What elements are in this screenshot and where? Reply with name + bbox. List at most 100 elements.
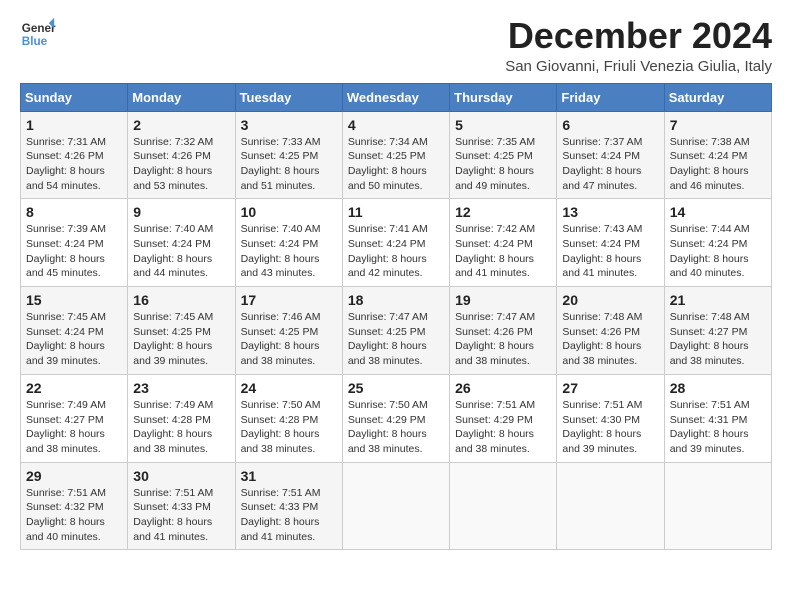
day-info: Sunrise: 7:39 AM Sunset: 4:24 PM Dayligh… [26,222,122,281]
day-info: Sunrise: 7:51 AM Sunset: 4:29 PM Dayligh… [455,398,551,457]
calendar-week-1: 1 Sunrise: 7:31 AM Sunset: 4:26 PM Dayli… [21,111,772,199]
calendar-cell: 16 Sunrise: 7:45 AM Sunset: 4:25 PM Dayl… [128,287,235,375]
weekday-header-wednesday: Wednesday [342,83,449,111]
calendar-cell: 10 Sunrise: 7:40 AM Sunset: 4:24 PM Dayl… [235,199,342,287]
day-number: 9 [133,204,229,220]
day-info: Sunrise: 7:48 AM Sunset: 4:26 PM Dayligh… [562,310,658,369]
calendar-cell: 2 Sunrise: 7:32 AM Sunset: 4:26 PM Dayli… [128,111,235,199]
calendar-cell: 24 Sunrise: 7:50 AM Sunset: 4:28 PM Dayl… [235,374,342,462]
day-info: Sunrise: 7:47 AM Sunset: 4:25 PM Dayligh… [348,310,444,369]
day-number: 3 [241,117,337,133]
weekday-header-sunday: Sunday [21,83,128,111]
day-info: Sunrise: 7:43 AM Sunset: 4:24 PM Dayligh… [562,222,658,281]
day-number: 21 [670,292,766,308]
calendar-week-4: 22 Sunrise: 7:49 AM Sunset: 4:27 PM Dayl… [21,374,772,462]
day-number: 12 [455,204,551,220]
weekday-header-thursday: Thursday [450,83,557,111]
calendar-cell: 18 Sunrise: 7:47 AM Sunset: 4:25 PM Dayl… [342,287,449,375]
calendar-cell [664,462,771,550]
day-info: Sunrise: 7:32 AM Sunset: 4:26 PM Dayligh… [133,135,229,194]
weekday-header-tuesday: Tuesday [235,83,342,111]
day-number: 2 [133,117,229,133]
day-number: 1 [26,117,122,133]
calendar-cell: 21 Sunrise: 7:48 AM Sunset: 4:27 PM Dayl… [664,287,771,375]
day-number: 7 [670,117,766,133]
calendar-cell: 3 Sunrise: 7:33 AM Sunset: 4:25 PM Dayli… [235,111,342,199]
day-number: 10 [241,204,337,220]
calendar-cell: 15 Sunrise: 7:45 AM Sunset: 4:24 PM Dayl… [21,287,128,375]
day-number: 27 [562,380,658,396]
calendar-cell: 26 Sunrise: 7:51 AM Sunset: 4:29 PM Dayl… [450,374,557,462]
calendar-table: SundayMondayTuesdayWednesdayThursdayFrid… [20,83,772,551]
day-info: Sunrise: 7:51 AM Sunset: 4:33 PM Dayligh… [133,486,229,545]
day-number: 4 [348,117,444,133]
calendar-cell: 5 Sunrise: 7:35 AM Sunset: 4:25 PM Dayli… [450,111,557,199]
day-info: Sunrise: 7:48 AM Sunset: 4:27 PM Dayligh… [670,310,766,369]
day-info: Sunrise: 7:35 AM Sunset: 4:25 PM Dayligh… [455,135,551,194]
calendar-cell: 25 Sunrise: 7:50 AM Sunset: 4:29 PM Dayl… [342,374,449,462]
calendar-cell: 11 Sunrise: 7:41 AM Sunset: 4:24 PM Dayl… [342,199,449,287]
calendar-cell: 28 Sunrise: 7:51 AM Sunset: 4:31 PM Dayl… [664,374,771,462]
page-subtitle: San Giovanni, Friuli Venezia Giulia, Ita… [505,58,772,75]
day-number: 31 [241,468,337,484]
day-number: 29 [26,468,122,484]
calendar-cell: 14 Sunrise: 7:44 AM Sunset: 4:24 PM Dayl… [664,199,771,287]
day-number: 23 [133,380,229,396]
calendar-cell: 19 Sunrise: 7:47 AM Sunset: 4:26 PM Dayl… [450,287,557,375]
calendar-cell: 7 Sunrise: 7:38 AM Sunset: 4:24 PM Dayli… [664,111,771,199]
calendar-cell: 31 Sunrise: 7:51 AM Sunset: 4:33 PM Dayl… [235,462,342,550]
weekday-header-friday: Friday [557,83,664,111]
day-number: 28 [670,380,766,396]
day-info: Sunrise: 7:40 AM Sunset: 4:24 PM Dayligh… [241,222,337,281]
day-info: Sunrise: 7:38 AM Sunset: 4:24 PM Dayligh… [670,135,766,194]
day-info: Sunrise: 7:33 AM Sunset: 4:25 PM Dayligh… [241,135,337,194]
day-number: 15 [26,292,122,308]
calendar-cell: 27 Sunrise: 7:51 AM Sunset: 4:30 PM Dayl… [557,374,664,462]
calendar-cell: 13 Sunrise: 7:43 AM Sunset: 4:24 PM Dayl… [557,199,664,287]
title-block: December 2024 San Giovanni, Friuli Venez… [505,16,772,75]
day-info: Sunrise: 7:46 AM Sunset: 4:25 PM Dayligh… [241,310,337,369]
day-number: 26 [455,380,551,396]
calendar-cell: 8 Sunrise: 7:39 AM Sunset: 4:24 PM Dayli… [21,199,128,287]
calendar-cell: 1 Sunrise: 7:31 AM Sunset: 4:26 PM Dayli… [21,111,128,199]
day-number: 5 [455,117,551,133]
day-number: 25 [348,380,444,396]
header: General Blue December 2024 San Giovanni,… [20,16,772,75]
calendar-cell [342,462,449,550]
calendar-cell [450,462,557,550]
logo: General Blue [20,16,56,52]
day-info: Sunrise: 7:44 AM Sunset: 4:24 PM Dayligh… [670,222,766,281]
weekday-header-row: SundayMondayTuesdayWednesdayThursdayFrid… [21,83,772,111]
day-number: 8 [26,204,122,220]
day-info: Sunrise: 7:51 AM Sunset: 4:30 PM Dayligh… [562,398,658,457]
calendar-cell: 22 Sunrise: 7:49 AM Sunset: 4:27 PM Dayl… [21,374,128,462]
day-number: 11 [348,204,444,220]
day-number: 14 [670,204,766,220]
day-number: 16 [133,292,229,308]
calendar-cell: 12 Sunrise: 7:42 AM Sunset: 4:24 PM Dayl… [450,199,557,287]
calendar-cell: 29 Sunrise: 7:51 AM Sunset: 4:32 PM Dayl… [21,462,128,550]
svg-text:Blue: Blue [22,35,48,48]
calendar-cell: 9 Sunrise: 7:40 AM Sunset: 4:24 PM Dayli… [128,199,235,287]
day-info: Sunrise: 7:51 AM Sunset: 4:31 PM Dayligh… [670,398,766,457]
day-info: Sunrise: 7:51 AM Sunset: 4:32 PM Dayligh… [26,486,122,545]
day-number: 24 [241,380,337,396]
calendar-cell: 4 Sunrise: 7:34 AM Sunset: 4:25 PM Dayli… [342,111,449,199]
calendar-cell: 20 Sunrise: 7:48 AM Sunset: 4:26 PM Dayl… [557,287,664,375]
day-number: 13 [562,204,658,220]
day-info: Sunrise: 7:40 AM Sunset: 4:24 PM Dayligh… [133,222,229,281]
day-number: 30 [133,468,229,484]
day-info: Sunrise: 7:47 AM Sunset: 4:26 PM Dayligh… [455,310,551,369]
day-number: 17 [241,292,337,308]
day-info: Sunrise: 7:31 AM Sunset: 4:26 PM Dayligh… [26,135,122,194]
calendar-week-5: 29 Sunrise: 7:51 AM Sunset: 4:32 PM Dayl… [21,462,772,550]
day-info: Sunrise: 7:51 AM Sunset: 4:33 PM Dayligh… [241,486,337,545]
page-title: December 2024 [505,16,772,56]
day-number: 20 [562,292,658,308]
day-number: 6 [562,117,658,133]
day-info: Sunrise: 7:50 AM Sunset: 4:29 PM Dayligh… [348,398,444,457]
day-number: 18 [348,292,444,308]
calendar-week-2: 8 Sunrise: 7:39 AM Sunset: 4:24 PM Dayli… [21,199,772,287]
logo-icon: General Blue [20,16,56,52]
day-info: Sunrise: 7:45 AM Sunset: 4:25 PM Dayligh… [133,310,229,369]
